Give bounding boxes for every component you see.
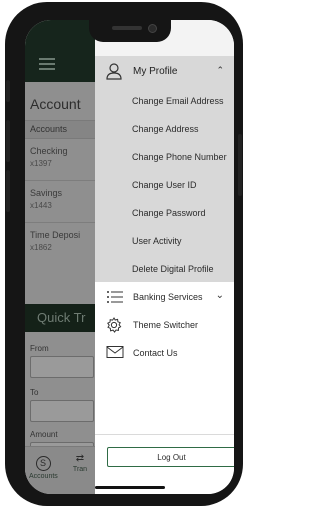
side-menu-drawer: My Profile ⌃ Change Email Address Change…	[95, 20, 234, 494]
front-camera	[148, 24, 157, 33]
volume-down-button	[6, 170, 10, 212]
account-number: x1443	[30, 201, 52, 210]
envelope-icon	[106, 345, 124, 364]
accounts-subheader: Accounts	[25, 120, 95, 139]
speaker-grille	[112, 26, 142, 30]
phone-frame: Account Accounts Checking x1397 Savings …	[5, 2, 243, 506]
menu-change-address[interactable]: Change Address	[132, 124, 199, 134]
user-icon	[105, 62, 123, 85]
power-button	[238, 134, 242, 196]
from-select[interactable]	[30, 356, 94, 378]
accounts-tab-icon: S	[35, 456, 51, 471]
to-select[interactable]	[30, 400, 94, 422]
amount-label: Amount	[30, 430, 58, 439]
logout-button[interactable]: Log Out	[107, 447, 234, 467]
menu-change-user-id[interactable]: Change User ID	[132, 180, 197, 190]
tab-transfer-label: Tran	[72, 466, 88, 473]
gear-icon	[106, 317, 122, 338]
menu-banking-services[interactable]: Banking Services ⌄	[95, 284, 234, 310]
menu-change-phone-number[interactable]: Change Phone Number	[132, 152, 227, 162]
account-name: Time Deposi	[30, 230, 81, 240]
app-background-overlay[interactable]: Account Accounts Checking x1397 Savings …	[25, 82, 95, 494]
menu-theme-switcher[interactable]: Theme Switcher	[95, 312, 234, 338]
theme-switcher-label: Theme Switcher	[133, 320, 199, 330]
account-name: Savings	[30, 188, 63, 198]
tab-transfer[interactable]: ⇄ Tran	[65, 453, 95, 473]
chevron-up-icon: ⌃	[216, 65, 224, 75]
menu-delete-digital-profile[interactable]: Delete Digital Profile	[132, 264, 214, 274]
menu-contact-us[interactable]: Contact Us	[95, 340, 234, 366]
account-row-checking[interactable]: Checking x1397	[30, 146, 68, 168]
account-row-time-deposit[interactable]: Time Deposi x1862	[30, 230, 80, 252]
volume-up-button	[6, 120, 10, 162]
menu-change-email-address[interactable]: Change Email Address	[132, 96, 224, 106]
drawer-divider	[95, 434, 234, 435]
profile-submenu: Change Email Address Change Address Chan…	[95, 86, 234, 282]
row-divider	[25, 180, 95, 181]
tab-accounts-label: Accounts	[29, 473, 58, 480]
notch	[89, 18, 171, 42]
home-indicator	[95, 486, 165, 489]
banking-services-label: Banking Services	[133, 292, 203, 302]
hamburger-menu-icon[interactable]	[39, 58, 55, 70]
screen: Account Accounts Checking x1397 Savings …	[25, 20, 234, 494]
quick-transfer-header: Quick Tr	[25, 304, 95, 332]
to-label: To	[30, 388, 39, 397]
accounts-subheader-label: Accounts	[30, 124, 68, 134]
chevron-down-icon: ⌄	[215, 290, 224, 301]
mute-switch	[6, 80, 10, 102]
account-name: Checking	[30, 146, 68, 156]
bottom-tab-bar: S Accounts ⇄ Tran	[25, 446, 95, 494]
transfer-arrows-icon: ⇄	[75, 453, 85, 464]
list-icon	[106, 289, 124, 310]
my-profile-label: My Profile	[133, 66, 178, 77]
account-row-savings[interactable]: Savings x1443	[30, 188, 62, 210]
menu-user-activity[interactable]: User Activity	[132, 236, 182, 246]
accounts-title: Account	[30, 96, 81, 112]
menu-change-password[interactable]: Change Password	[132, 208, 206, 218]
account-number: x1397	[30, 159, 52, 168]
account-number: x1862	[30, 243, 52, 252]
from-label: From	[30, 344, 49, 353]
row-divider	[25, 222, 95, 223]
tab-accounts[interactable]: S Accounts	[29, 453, 58, 480]
contact-us-label: Contact Us	[133, 348, 178, 358]
quick-transfer-title: Quick Tr	[37, 310, 86, 325]
my-profile-toggle[interactable]: My Profile ⌃	[95, 56, 234, 86]
